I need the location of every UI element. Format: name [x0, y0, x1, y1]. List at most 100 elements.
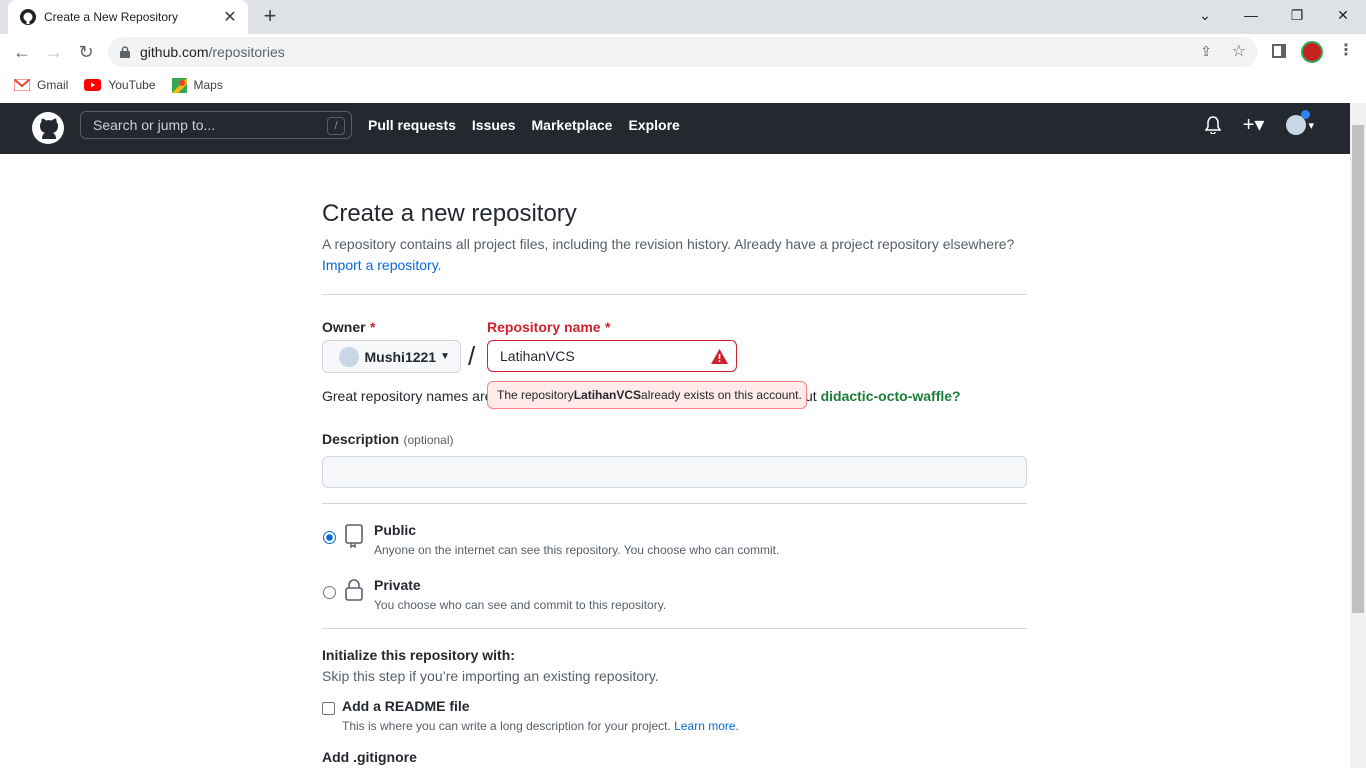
- back-icon[interactable]: ←: [10, 40, 34, 64]
- import-repository-link[interactable]: Import a repository.: [322, 257, 442, 273]
- forward-icon[interactable]: →: [42, 40, 66, 64]
- description-label: Description: [322, 431, 400, 447]
- maps-icon: [171, 77, 187, 93]
- tab-close-icon[interactable]: ✕: [218, 7, 242, 27]
- url-host: github.com: [140, 44, 209, 60]
- hint-suffix: ut didactic-octo-waffle?: [805, 388, 961, 404]
- lock-icon: [120, 46, 130, 58]
- bookmark-label: Gmail: [37, 78, 69, 92]
- lock-icon: [345, 579, 363, 601]
- github-logo-icon[interactable]: [32, 112, 64, 144]
- gitignore-label: Add .gitignore: [322, 749, 417, 765]
- restore-icon[interactable]: ❐: [1274, 0, 1320, 30]
- create-new-dropdown-icon[interactable]: +▾: [1243, 115, 1265, 135]
- description-input[interactable]: [322, 456, 1027, 488]
- error-text-post: already exists on this account.: [641, 388, 802, 402]
- bookmarks-bar: Gmail YouTube Maps: [0, 70, 1366, 100]
- browser-tab[interactable]: Create a New Repository ✕: [8, 0, 248, 34]
- nav-marketplace[interactable]: Marketplace: [532, 117, 613, 133]
- github-favicon-icon: [20, 9, 36, 25]
- learn-more-link[interactable]: Learn more.: [674, 719, 739, 733]
- url-path: /repositories: [208, 44, 285, 60]
- public-text: Public Anyone on the internet can see th…: [374, 522, 779, 557]
- subtitle-text: A repository contains all project files,…: [322, 236, 1015, 252]
- browser-toolbar: ← → ↻ github.com/repositories ⇪ ☆ ⋮: [0, 34, 1366, 70]
- address-bar[interactable]: github.com/repositories ⇪ ☆: [108, 37, 1258, 67]
- public-description: Anyone on the internet can see this repo…: [374, 543, 780, 557]
- readme-label: Add a README file: [342, 698, 470, 714]
- owner-label-group: Owner *: [322, 319, 375, 337]
- init-title: Initialize this repository with:: [322, 647, 515, 663]
- alert-triangle-icon: [711, 349, 728, 364]
- private-text: Private You choose who can see and commi…: [374, 577, 666, 612]
- readme-option[interactable]: Add a README file This is where you can …: [322, 698, 1027, 733]
- tab-search-icon[interactable]: ⌄: [1182, 0, 1228, 30]
- repository-name-input[interactable]: LatihanVCS: [487, 340, 737, 372]
- private-radio[interactable]: [323, 586, 336, 599]
- divider: [322, 503, 1027, 504]
- close-window-icon[interactable]: ✕: [1320, 0, 1366, 30]
- private-label: Private: [374, 577, 421, 593]
- new-tab-icon[interactable]: +: [258, 5, 282, 29]
- owner-repo-separator: /: [468, 341, 476, 371]
- bookmark-maps[interactable]: Maps: [171, 77, 223, 93]
- bookmark-label: YouTube: [108, 78, 156, 92]
- browser-menu-icon[interactable]: ⋮: [1338, 40, 1354, 60]
- bookmark-gmail[interactable]: Gmail: [14, 78, 68, 92]
- chevron-down-icon: ▼: [440, 351, 450, 362]
- hint-prefix: Great repository names are: [322, 388, 493, 404]
- visibility-private[interactable]: Private You choose who can see and commi…: [322, 577, 1027, 612]
- readme-description: This is where you can write a long descr…: [342, 719, 739, 733]
- repo-required-mark: *: [605, 319, 611, 335]
- description-label-group: Description (optional): [322, 431, 1027, 449]
- scrollbar-thumb[interactable]: [1352, 125, 1364, 613]
- side-panel-icon[interactable]: [1272, 44, 1286, 58]
- owner-repo-row: Owner * Repository name * Mushi1221 ▼ / …: [322, 313, 1027, 433]
- bookmark-star-icon[interactable]: ☆: [1232, 41, 1246, 61]
- repo-label-group: Repository name *: [487, 319, 611, 337]
- bookmark-youtube[interactable]: YouTube: [84, 78, 156, 92]
- bell-icon[interactable]: [1204, 116, 1221, 134]
- tab-title: Create a New Repository: [44, 10, 179, 24]
- user-avatar: [1286, 110, 1311, 135]
- header-nav: Pull requests Issues Marketplace Explore: [368, 117, 680, 133]
- owner-avatar: [339, 346, 359, 367]
- public-radio[interactable]: [323, 531, 336, 544]
- error-text-pre: The repository: [497, 388, 574, 402]
- page-scrollbar[interactable]: [1350, 103, 1366, 768]
- nav-explore[interactable]: Explore: [628, 117, 679, 133]
- minimize-icon[interactable]: —: [1228, 0, 1274, 30]
- suggested-name-link[interactable]: didactic-octo-waffle?: [821, 388, 961, 404]
- chevron-down-icon: ▾: [1308, 119, 1314, 132]
- url-text: github.com/repositories: [140, 44, 285, 60]
- readme-checkbox[interactable]: [322, 702, 335, 715]
- divider: [322, 294, 1027, 295]
- browser-tab-strip: Create a New Repository ✕ + ⌄ — ❐ ✕: [0, 0, 1366, 34]
- public-label: Public: [374, 522, 417, 538]
- reload-icon[interactable]: ↻: [74, 40, 98, 64]
- visibility-public[interactable]: Public Anyone on the internet can see th…: [322, 522, 1027, 557]
- nav-pull-requests[interactable]: Pull requests: [368, 117, 456, 133]
- readme-text: Add a README file This is where you can …: [342, 698, 739, 733]
- github-header: Search or jump to... / Pull requests Iss…: [0, 103, 1350, 154]
- nav-issues[interactable]: Issues: [472, 117, 516, 133]
- init-subtitle: Skip this step if you’re importing an ex…: [322, 668, 659, 684]
- owner-required-mark: *: [370, 319, 376, 335]
- owner-select[interactable]: Mushi1221 ▼: [322, 340, 461, 373]
- private-description: You choose who can see and commit to thi…: [374, 598, 667, 612]
- bookmark-label: Maps: [193, 78, 223, 92]
- repo-icon: [345, 524, 363, 548]
- search-placeholder: Search or jump to...: [93, 117, 216, 133]
- error-repo-name: LatihanVCS: [573, 388, 642, 402]
- repo-name-value: LatihanVCS: [500, 348, 575, 364]
- slash-shortcut-icon: /: [327, 117, 345, 135]
- share-icon[interactable]: ⇪: [1200, 43, 1212, 60]
- search-input[interactable]: Search or jump to... /: [80, 111, 352, 139]
- readme-description-text: This is where you can write a long descr…: [342, 719, 671, 733]
- profile-avatar[interactable]: [1301, 41, 1323, 63]
- user-menu[interactable]: ▾: [1286, 110, 1314, 135]
- page-subtitle: A repository contains all project files,…: [322, 234, 1027, 276]
- header-actions: +▾ ▾: [1204, 110, 1314, 135]
- owner-label: Owner: [322, 319, 366, 335]
- page-title: Create a new repository: [322, 200, 577, 227]
